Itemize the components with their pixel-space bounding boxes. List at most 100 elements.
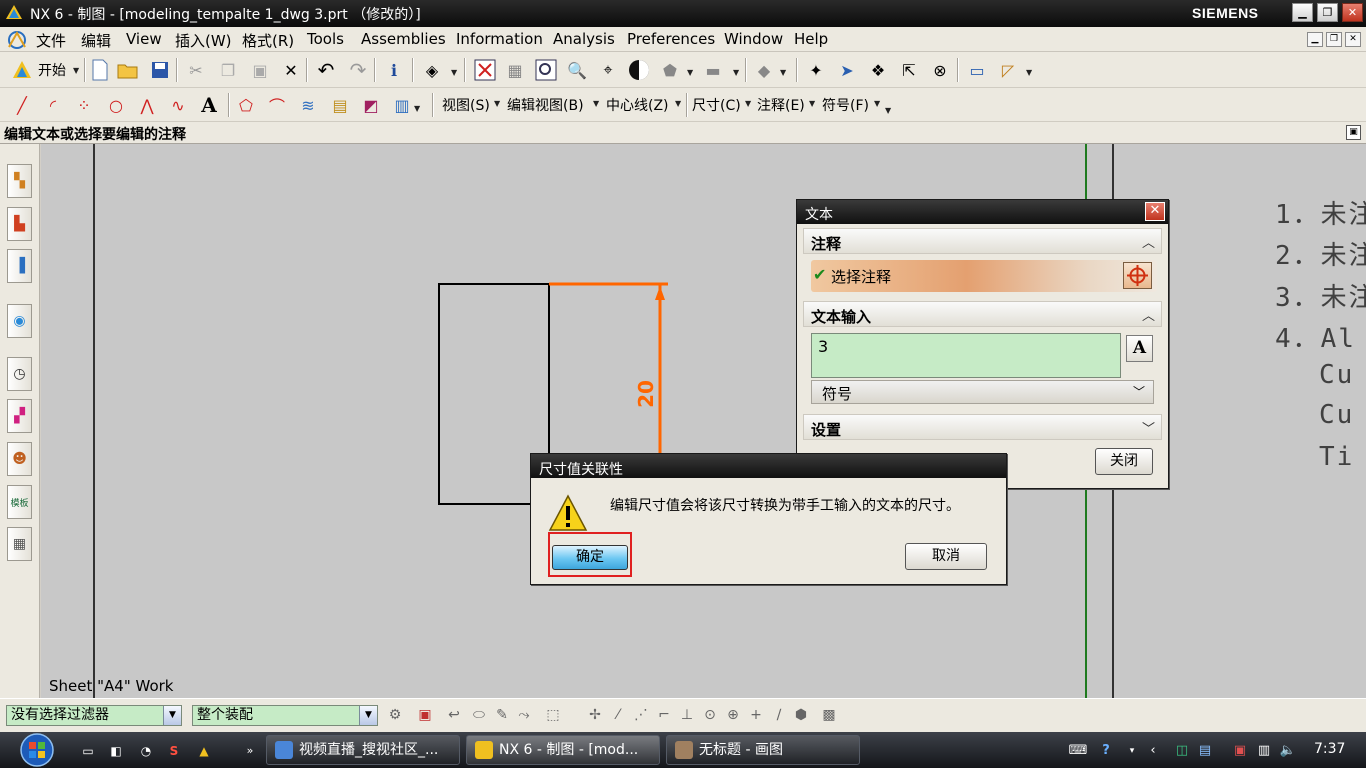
system-materials-icon[interactable]: ▞: [7, 399, 32, 433]
menu-file[interactable]: 文件: [36, 30, 66, 51]
part-navigator-icon[interactable]: ▚: [7, 164, 32, 198]
doc-restore-button[interactable]: ❐: [1326, 32, 1342, 47]
text-dialog-title-bar[interactable]: 文本 ✕: [797, 200, 1168, 224]
selection-scope-select[interactable]: 整个装配 ▼: [192, 705, 378, 726]
feature-curve-icon[interactable]: ↩: [445, 706, 463, 724]
snap-point-icon[interactable]: ➤: [835, 58, 859, 82]
collapse-chevron-icon[interactable]: ︿: [1142, 232, 1155, 251]
close-button[interactable]: 关闭: [1095, 448, 1153, 475]
template-icon[interactable]: 模板: [7, 485, 32, 519]
orient-view-dropdown-icon[interactable]: ▼: [780, 68, 786, 77]
point-set-icon[interactable]: ⁘: [72, 93, 96, 117]
menu-edit[interactable]: 编辑: [81, 30, 111, 51]
toolbar-options-icon[interactable]: ▼: [885, 106, 891, 115]
nx-menu-icon[interactable]: [5, 29, 29, 51]
symbol-menu-button[interactable]: 符号(F): [822, 95, 869, 115]
body-select-icon[interactable]: ⬭: [470, 706, 488, 724]
snap-all-icon[interactable]: ▩: [820, 706, 838, 724]
trim-icon[interactable]: ▤: [328, 93, 352, 117]
web-browser-icon[interactable]: ◉: [7, 304, 32, 338]
snap-mid-point-icon[interactable]: ⋰: [632, 706, 650, 724]
measure-distance-icon[interactable]: ▭: [965, 58, 989, 82]
taskbar-item-video[interactable]: 视频直播_搜视社区_...: [266, 735, 460, 765]
new-file-icon[interactable]: [88, 58, 112, 82]
save-icon[interactable]: [148, 58, 172, 82]
open-folder-icon[interactable]: [116, 58, 140, 82]
menu-tools[interactable]: Tools: [307, 30, 344, 48]
select-annotation-row[interactable]: ✔ 选择注释: [811, 260, 1157, 292]
tray-network-icon[interactable]: ▤: [1195, 741, 1215, 761]
minimize-button[interactable]: ▁: [1292, 3, 1313, 22]
measure-angle-icon[interactable]: ◸: [996, 58, 1020, 82]
profile-icon[interactable]: ⬠: [234, 93, 258, 117]
quicklaunch-app-icon[interactable]: ◧: [106, 741, 126, 761]
centerline-dropdown-icon[interactable]: ▼: [675, 99, 681, 108]
zoom-window-icon[interactable]: [534, 58, 558, 82]
dropdown-arrow-icon[interactable]: ▼: [359, 706, 377, 725]
dimension-dropdown-icon[interactable]: ▼: [745, 99, 751, 108]
help-icon[interactable]: ?: [1096, 741, 1116, 761]
reuse-library-icon[interactable]: ▐: [7, 249, 32, 283]
assembly-navigator-icon[interactable]: ▙: [7, 207, 32, 241]
menu-format[interactable]: 格式(R): [242, 30, 294, 51]
general-selection-icon[interactable]: ▣: [416, 706, 434, 724]
keyboard-icon[interactable]: ⌨: [1068, 741, 1088, 761]
expand-chevron-icon[interactable]: ﹀: [1142, 418, 1155, 437]
collapse-chevron-icon[interactable]: ︿: [1142, 305, 1155, 324]
dimension-menu-button[interactable]: 尺寸(C): [692, 95, 741, 115]
taskbar-item-paint[interactable]: 无标题 - 画图: [666, 735, 860, 765]
rendering-style-dropdown-icon[interactable]: ▼: [687, 68, 693, 77]
maximize-button[interactable]: ❐: [1317, 3, 1338, 22]
rectangle-select-icon[interactable]: ⬚: [544, 706, 562, 724]
ie-browser-icon[interactable]: ◔: [136, 741, 156, 761]
arc-icon[interactable]: ◜: [41, 93, 65, 117]
snap-end-point-icon[interactable]: ⁄: [609, 706, 627, 724]
cancel-button[interactable]: 取消: [905, 543, 987, 570]
expand-chevron-icon[interactable]: ﹀: [1133, 383, 1145, 400]
view-menu-dropdown-icon[interactable]: ▼: [494, 99, 500, 108]
doc-minimize-button[interactable]: ▁: [1307, 32, 1323, 47]
face-select-icon[interactable]: ✎: [493, 706, 511, 724]
shaded-view-icon[interactable]: [627, 58, 651, 82]
quick-pick-dropdown-icon[interactable]: ▼: [451, 68, 457, 77]
cut-icon[interactable]: ✂: [184, 58, 208, 82]
select-cursor-icon[interactable]: ⇱: [897, 58, 921, 82]
redo-icon[interactable]: ↷: [346, 58, 370, 82]
snap-arc-center-icon[interactable]: ⊙: [701, 706, 719, 724]
text-icon[interactable]: A: [197, 93, 221, 117]
settings-group-header[interactable]: 设置 ﹀: [803, 414, 1162, 440]
show-desktop-icon[interactable]: ▭: [78, 741, 98, 761]
text-input-group-header[interactable]: 文本输入 ︿: [803, 301, 1162, 327]
symbol-dropdown-icon[interactable]: ▼: [874, 99, 880, 108]
snap-control-point-icon[interactable]: ⌐: [655, 706, 673, 724]
annotation-text-input[interactable]: 3: [811, 333, 1121, 378]
dim-dialog-title-bar[interactable]: 尺寸值关联性: [531, 454, 1006, 478]
fillet-icon[interactable]: ⌒: [265, 93, 289, 117]
palette-grid-icon[interactable]: ▦: [7, 527, 32, 561]
windows-start-button[interactable]: [12, 732, 62, 768]
snap-point-on-curve-icon[interactable]: +: [747, 706, 765, 724]
close-window-button[interactable]: ✕: [1342, 3, 1363, 22]
spline-icon[interactable]: ∿: [166, 93, 190, 117]
menu-help[interactable]: Help: [794, 30, 828, 48]
zoom-region-icon[interactable]: ▦: [503, 58, 527, 82]
menu-analysis[interactable]: Analysis: [553, 30, 615, 48]
text-editor-icon[interactable]: A: [1126, 335, 1153, 362]
centerline-menu-button[interactable]: 中心线(Z): [606, 95, 669, 115]
dimension-value[interactable]: 20: [634, 380, 658, 408]
snap-existing-point-icon[interactable]: ✢: [586, 706, 604, 724]
snap-intersection-icon[interactable]: ⊥: [678, 706, 696, 724]
quick-pick-icon[interactable]: ◈: [420, 58, 444, 82]
roles-icon[interactable]: ☻: [7, 442, 32, 476]
copy-icon[interactable]: ❐: [216, 58, 240, 82]
symbol-expander[interactable]: 符号 ﹀: [811, 380, 1154, 404]
edit-view-menu-button[interactable]: 编辑视图(B): [507, 95, 584, 115]
filter-icon[interactable]: ❖: [866, 58, 890, 82]
view-menu-button[interactable]: 视图(S): [442, 95, 490, 115]
measure-dropdown-icon[interactable]: ▼: [1026, 68, 1032, 77]
background-dropdown-icon[interactable]: ▼: [733, 68, 739, 77]
start-dropdown-icon[interactable]: ▼: [73, 66, 79, 75]
start-icon[interactable]: [10, 58, 34, 82]
sketch-tools-dropdown-icon[interactable]: ▼: [414, 104, 420, 113]
snap-point-on-surface-icon[interactable]: ∕: [770, 706, 788, 724]
